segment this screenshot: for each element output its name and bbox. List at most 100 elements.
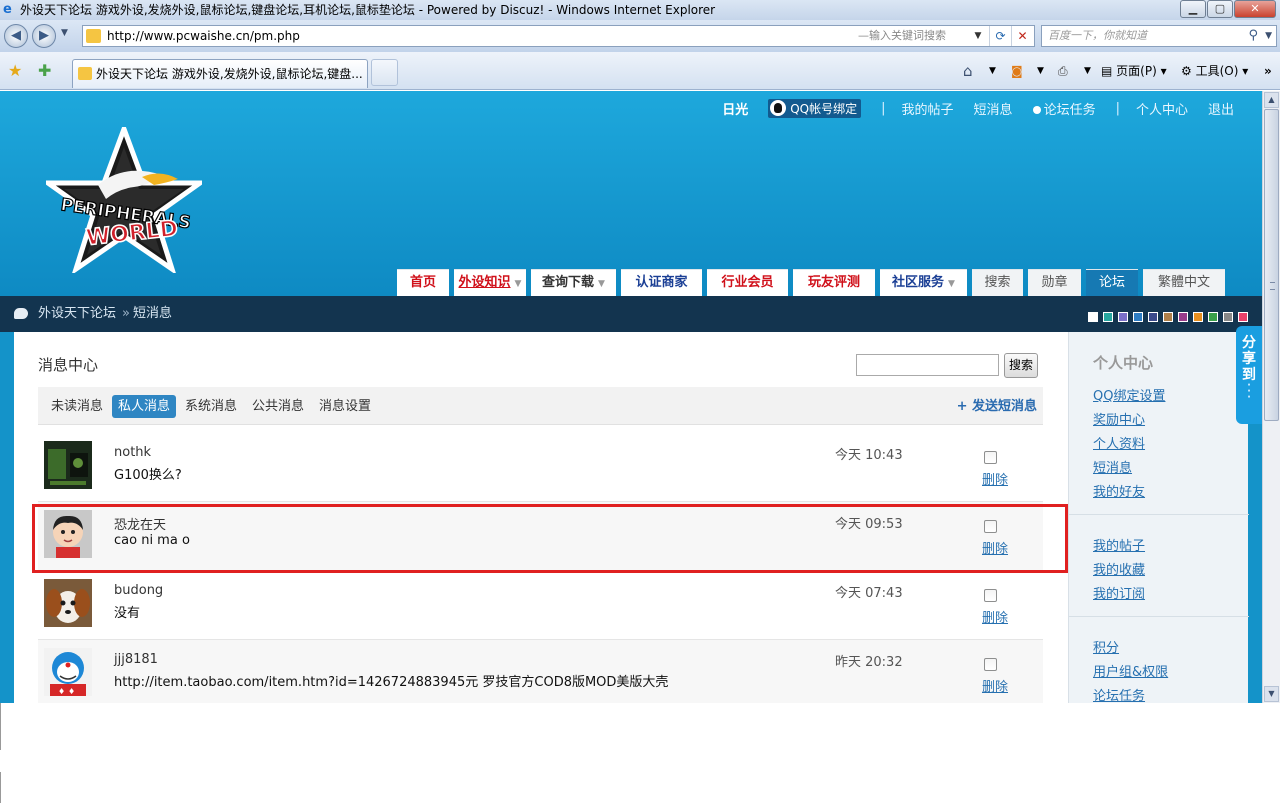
- address-dropdown-icon[interactable]: ▼: [967, 26, 989, 46]
- sidebar-item-tasks[interactable]: 论坛任务: [1093, 685, 1145, 703]
- logout-link[interactable]: 退出: [1208, 99, 1234, 118]
- scroll-thumb[interactable]: [1264, 109, 1279, 421]
- web-search-box[interactable]: 百度一下，你就知道 ⚲ ▼: [1041, 25, 1277, 47]
- sidebar-item-profile[interactable]: 个人资料: [1093, 433, 1145, 452]
- theme-swatch[interactable]: [1133, 312, 1143, 322]
- message-search-button[interactable]: 搜索: [1004, 353, 1038, 378]
- qq-bind-button[interactable]: QQ帐号绑定: [768, 98, 862, 118]
- nav-download[interactable]: 查询下载 ▼: [531, 269, 616, 296]
- message-sender[interactable]: budong: [114, 583, 163, 598]
- search-icon[interactable]: ⚲: [1248, 26, 1258, 46]
- send-message-link[interactable]: + 发送短消息: [957, 395, 1037, 418]
- profile-link[interactable]: 个人中心: [1136, 99, 1188, 118]
- avatar[interactable]: [44, 441, 92, 489]
- message-search-input[interactable]: [856, 354, 999, 376]
- sidebar-item-pm[interactable]: 短消息: [1093, 457, 1132, 476]
- print-icon[interactable]: ⎙: [1058, 62, 1068, 80]
- refresh-icon[interactable]: ⟳: [989, 26, 1011, 46]
- sidebar-item-usergroup[interactable]: 用户组&权限: [1093, 661, 1168, 680]
- home-dropdown-icon[interactable]: ▼: [989, 62, 996, 80]
- close-window-button[interactable]: ✕: [1234, 0, 1276, 18]
- feeds-dropdown-icon[interactable]: ▼: [1037, 62, 1044, 80]
- theme-swatch[interactable]: [1178, 312, 1188, 322]
- theme-swatch[interactable]: [1223, 312, 1233, 322]
- tab-public[interactable]: 公共消息: [246, 395, 310, 418]
- more-chevron-icon[interactable]: »: [1264, 62, 1272, 80]
- message-sender[interactable]: jjj8181: [114, 652, 158, 667]
- message-checkbox[interactable]: [984, 451, 997, 464]
- message-text[interactable]: G100换么?: [114, 464, 182, 483]
- nav-members[interactable]: 行业会员: [707, 269, 788, 296]
- web-search-input[interactable]: 百度一下，你就知道: [1048, 26, 1147, 46]
- browser-tab-active[interactable]: 外设天下论坛 游戏外设,发烧外设,鼠标论坛,键盘...: [72, 59, 368, 88]
- address-url[interactable]: http://www.pcwaishe.cn/pm.php: [107, 26, 300, 46]
- nav-forum[interactable]: 论坛: [1086, 269, 1138, 296]
- theme-swatch[interactable]: [1238, 312, 1248, 322]
- feeds-icon[interactable]: ◙: [1011, 62, 1023, 80]
- back-button[interactable]: ◀: [4, 24, 28, 48]
- message-text[interactable]: http://item.taobao.com/item.htm?id=14267…: [114, 671, 668, 690]
- sidebar-item-favorites[interactable]: 我的收藏: [1093, 559, 1145, 578]
- avatar[interactable]: ♦ ♦: [44, 648, 92, 696]
- peripherals-world-logo[interactable]: PERIPHERALS WORLD: [46, 127, 202, 273]
- breadcrumb-forum[interactable]: 外设天下论坛: [38, 306, 116, 321]
- sidebar-item-subscriptions[interactable]: 我的订阅: [1093, 583, 1145, 602]
- address-bar[interactable]: http://www.pcwaishe.cn/pm.php —输入关键词搜索 ▼…: [82, 25, 1035, 47]
- theme-swatch[interactable]: [1148, 312, 1158, 322]
- print-dropdown-icon[interactable]: ▼: [1084, 62, 1091, 80]
- minimize-button[interactable]: ▁: [1180, 0, 1206, 18]
- tab-unread[interactable]: 未读消息: [45, 395, 109, 418]
- nav-merchants[interactable]: 认证商家: [621, 269, 702, 296]
- my-posts-link[interactable]: 我的帖子: [902, 99, 954, 118]
- nav-home[interactable]: 首页: [397, 269, 449, 296]
- stop-icon[interactable]: ✕: [1011, 26, 1033, 46]
- scroll-up-icon[interactable]: ▲: [1264, 92, 1279, 108]
- nav-knowledge[interactable]: 外设知识 ▼: [454, 269, 526, 296]
- theme-swatch[interactable]: [1103, 312, 1113, 322]
- delete-link[interactable]: 删除: [982, 469, 1008, 488]
- message-row[interactable]: nothk G100换么? 今天 10:43 删除: [38, 433, 1043, 502]
- username-link[interactable]: 日光: [722, 99, 748, 118]
- tab-private[interactable]: 私人消息: [112, 395, 177, 418]
- forward-button[interactable]: ▶: [32, 24, 56, 48]
- scroll-down-icon[interactable]: ▼: [1264, 686, 1279, 702]
- message-text[interactable]: 没有: [114, 602, 140, 621]
- new-tab-button[interactable]: [371, 59, 398, 86]
- tools-menu[interactable]: ⚙ 工具(O) ▾: [1181, 62, 1248, 80]
- history-dropdown-icon[interactable]: ▼: [61, 28, 68, 38]
- theme-swatch[interactable]: [1193, 312, 1203, 322]
- tab-system[interactable]: 系统消息: [179, 395, 243, 418]
- maximize-button[interactable]: ▢: [1207, 0, 1233, 18]
- sidebar-item-my-posts[interactable]: 我的帖子: [1093, 535, 1145, 554]
- theme-swatch[interactable]: [1118, 312, 1128, 322]
- theme-swatch[interactable]: [1088, 312, 1098, 322]
- sidebar-item-rewards[interactable]: 奖励中心: [1093, 409, 1145, 428]
- pm-link[interactable]: 短消息: [974, 99, 1013, 118]
- share-to-button[interactable]: 分 享 到 · · ·: [1236, 326, 1262, 424]
- message-row[interactable]: ♦ ♦ jjj8181 http://item.taobao.com/item.…: [38, 640, 1043, 703]
- delete-link[interactable]: 删除: [982, 676, 1008, 695]
- message-row[interactable]: budong 没有 今天 07:43 删除: [38, 571, 1043, 640]
- message-sender[interactable]: nothk: [114, 445, 151, 460]
- sidebar-item-friends[interactable]: 我的好友: [1093, 481, 1145, 500]
- favorites-star-icon[interactable]: ★: [8, 61, 22, 80]
- avatar[interactable]: [44, 579, 92, 627]
- search-options-icon[interactable]: ▼: [1265, 26, 1272, 46]
- sidebar-item-credits[interactable]: 积分: [1093, 637, 1119, 656]
- nav-traditional-chinese[interactable]: 繁體中文: [1143, 269, 1225, 296]
- theme-swatch[interactable]: [1208, 312, 1218, 322]
- theme-swatch[interactable]: [1163, 312, 1173, 322]
- nav-community[interactable]: 社区服务 ▼: [880, 269, 967, 296]
- nav-search[interactable]: 搜索: [972, 269, 1023, 296]
- page-menu[interactable]: ▤ 页面(P) ▾: [1101, 62, 1167, 80]
- tasks-link[interactable]: 论坛任务: [1032, 99, 1096, 118]
- sidebar-item-qq-bind[interactable]: QQ绑定设置: [1093, 385, 1165, 404]
- tab-settings[interactable]: 消息设置: [313, 395, 377, 418]
- home-icon[interactable]: ⌂: [963, 62, 973, 80]
- nav-medals[interactable]: 勋章: [1028, 269, 1081, 296]
- vertical-scrollbar[interactable]: ▲ ▼: [1262, 91, 1280, 703]
- message-checkbox[interactable]: [984, 589, 997, 602]
- delete-link[interactable]: 删除: [982, 607, 1008, 626]
- add-favorites-icon[interactable]: ✚: [38, 61, 51, 80]
- message-checkbox[interactable]: [984, 658, 997, 671]
